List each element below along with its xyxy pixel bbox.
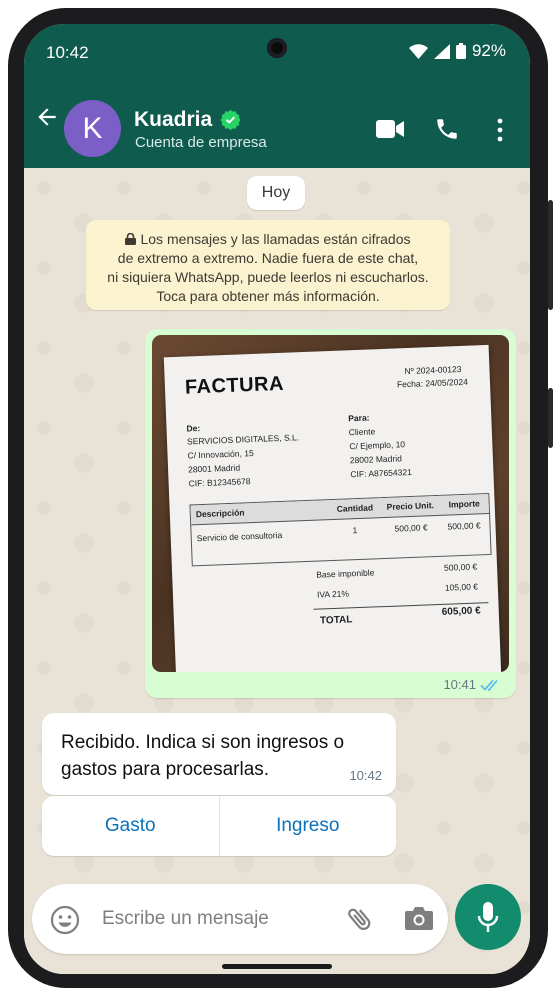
- microphone-icon: [477, 902, 499, 932]
- chat-header: K Kuadria Cuenta de empresa: [24, 82, 530, 168]
- side-button-volume: [548, 388, 553, 448]
- invoice-title: FACTURA: [184, 372, 285, 399]
- table-cell: Servicio de consultoria: [196, 529, 283, 544]
- to-line: 28002 Madrid: [349, 453, 403, 466]
- back-arrow-icon[interactable]: [34, 104, 60, 130]
- quick-reply-buttons: Gasto Ingreso: [42, 796, 396, 856]
- status-time: 10:42: [46, 43, 89, 62]
- message-time: 10:42: [349, 768, 382, 783]
- wifi-icon: [408, 43, 428, 59]
- table-header: Precio Unit.: [386, 500, 435, 512]
- emoji-icon[interactable]: [50, 905, 80, 935]
- table-cell: 500,00 €: [394, 522, 428, 534]
- signal-icon: [433, 43, 450, 59]
- outgoing-image-message[interactable]: FACTURA Nº 2024-00123 Fecha: 24/05/2024 …: [145, 329, 516, 698]
- total-label: TOTAL: [319, 614, 353, 627]
- notice-line: Los mensajes y las llamadas están cifrad…: [86, 230, 450, 249]
- phone-call-icon[interactable]: [434, 116, 460, 142]
- invoice-date: Fecha: 24/05/2024: [396, 376, 469, 390]
- battery-icon: [455, 43, 466, 59]
- iva-value: 105,00 €: [444, 581, 479, 593]
- to-line: C/ Ejemplo, 10: [349, 439, 406, 452]
- ingreso-button[interactable]: Ingreso: [220, 796, 397, 856]
- notice-line: Toca para obtener más información.: [156, 288, 380, 304]
- video-call-icon[interactable]: [376, 119, 405, 139]
- table-header: Cantidad: [336, 502, 374, 514]
- read-receipt-icon: [480, 679, 498, 692]
- camera-icon[interactable]: [404, 906, 434, 932]
- notice-line: de extremo a extremo. Nadie fuera de est…: [117, 250, 419, 266]
- contact-name[interactable]: Kuadria: [134, 108, 212, 132]
- table-cell: 1: [352, 525, 358, 536]
- message-time: 10:41: [443, 677, 476, 692]
- avatar[interactable]: K: [64, 100, 121, 157]
- from-line: 28001 Madrid: [187, 462, 241, 475]
- base-value: 500,00 €: [443, 561, 478, 573]
- status-bar: 10:42 92%: [24, 24, 530, 82]
- to-line: Cliente: [348, 426, 376, 438]
- invoice-document: FACTURA Nº 2024-00123 Fecha: 24/05/2024 …: [163, 344, 502, 672]
- invoice-number: Nº 2024-00123: [404, 363, 462, 377]
- message-composer[interactable]: Escribe un mensaje: [32, 884, 448, 954]
- from-line: C/ Innovación, 15: [187, 447, 254, 461]
- base-label: Base imponible: [316, 567, 375, 580]
- gasto-button[interactable]: Gasto: [42, 796, 219, 856]
- side-button-power: [548, 200, 553, 310]
- table-header: Descripción: [195, 507, 245, 520]
- battery-percent: 92%: [471, 41, 506, 60]
- chat-area[interactable]: Hoy Los mensajes y las llamadas están ci…: [24, 168, 530, 974]
- screen: 10:42 92% K Kuadria Cuenta de empresa Ho…: [24, 24, 530, 974]
- to-label: Para:: [348, 412, 370, 424]
- table-cell: 500,00 €: [447, 520, 481, 532]
- from-line: CIF: B12345678: [188, 476, 251, 489]
- encryption-notice[interactable]: Los mensajes y las llamadas están cifrad…: [86, 220, 450, 310]
- from-line: SERVICIOS DIGITALES, S.L.: [186, 432, 300, 447]
- invoice-photo[interactable]: FACTURA Nº 2024-00123 Fecha: 24/05/2024 …: [152, 335, 509, 672]
- invoice-table: Descripción Cantidad Precio Unit. Import…: [189, 492, 492, 567]
- incoming-message[interactable]: Recibido. Indica si son ingresos o gasto…: [42, 713, 396, 795]
- date-separator: Hoy: [247, 176, 305, 210]
- home-indicator[interactable]: [222, 964, 332, 969]
- contact-subtitle: Cuenta de empresa: [135, 134, 267, 151]
- from-label: De:: [186, 423, 201, 434]
- voice-message-button[interactable]: [455, 884, 521, 950]
- lock-icon: [125, 233, 137, 245]
- more-options-icon[interactable]: [496, 118, 504, 142]
- message-text: Recibido. Indica si son ingresos o gasto…: [61, 732, 345, 780]
- attach-icon[interactable]: [345, 903, 375, 935]
- to-line: CIF: A87654321: [350, 466, 412, 480]
- status-icons: 92%: [408, 41, 506, 61]
- table-header: Importe: [448, 498, 480, 510]
- front-camera: [267, 38, 287, 58]
- message-input[interactable]: Escribe un mensaje: [102, 908, 269, 930]
- notice-line: ni siquiera WhatsApp, puede leerlos ni e…: [107, 269, 429, 285]
- iva-label: IVA 21%: [316, 588, 350, 600]
- total-value: 605,00 €: [441, 605, 481, 618]
- verified-badge-icon: [220, 109, 241, 130]
